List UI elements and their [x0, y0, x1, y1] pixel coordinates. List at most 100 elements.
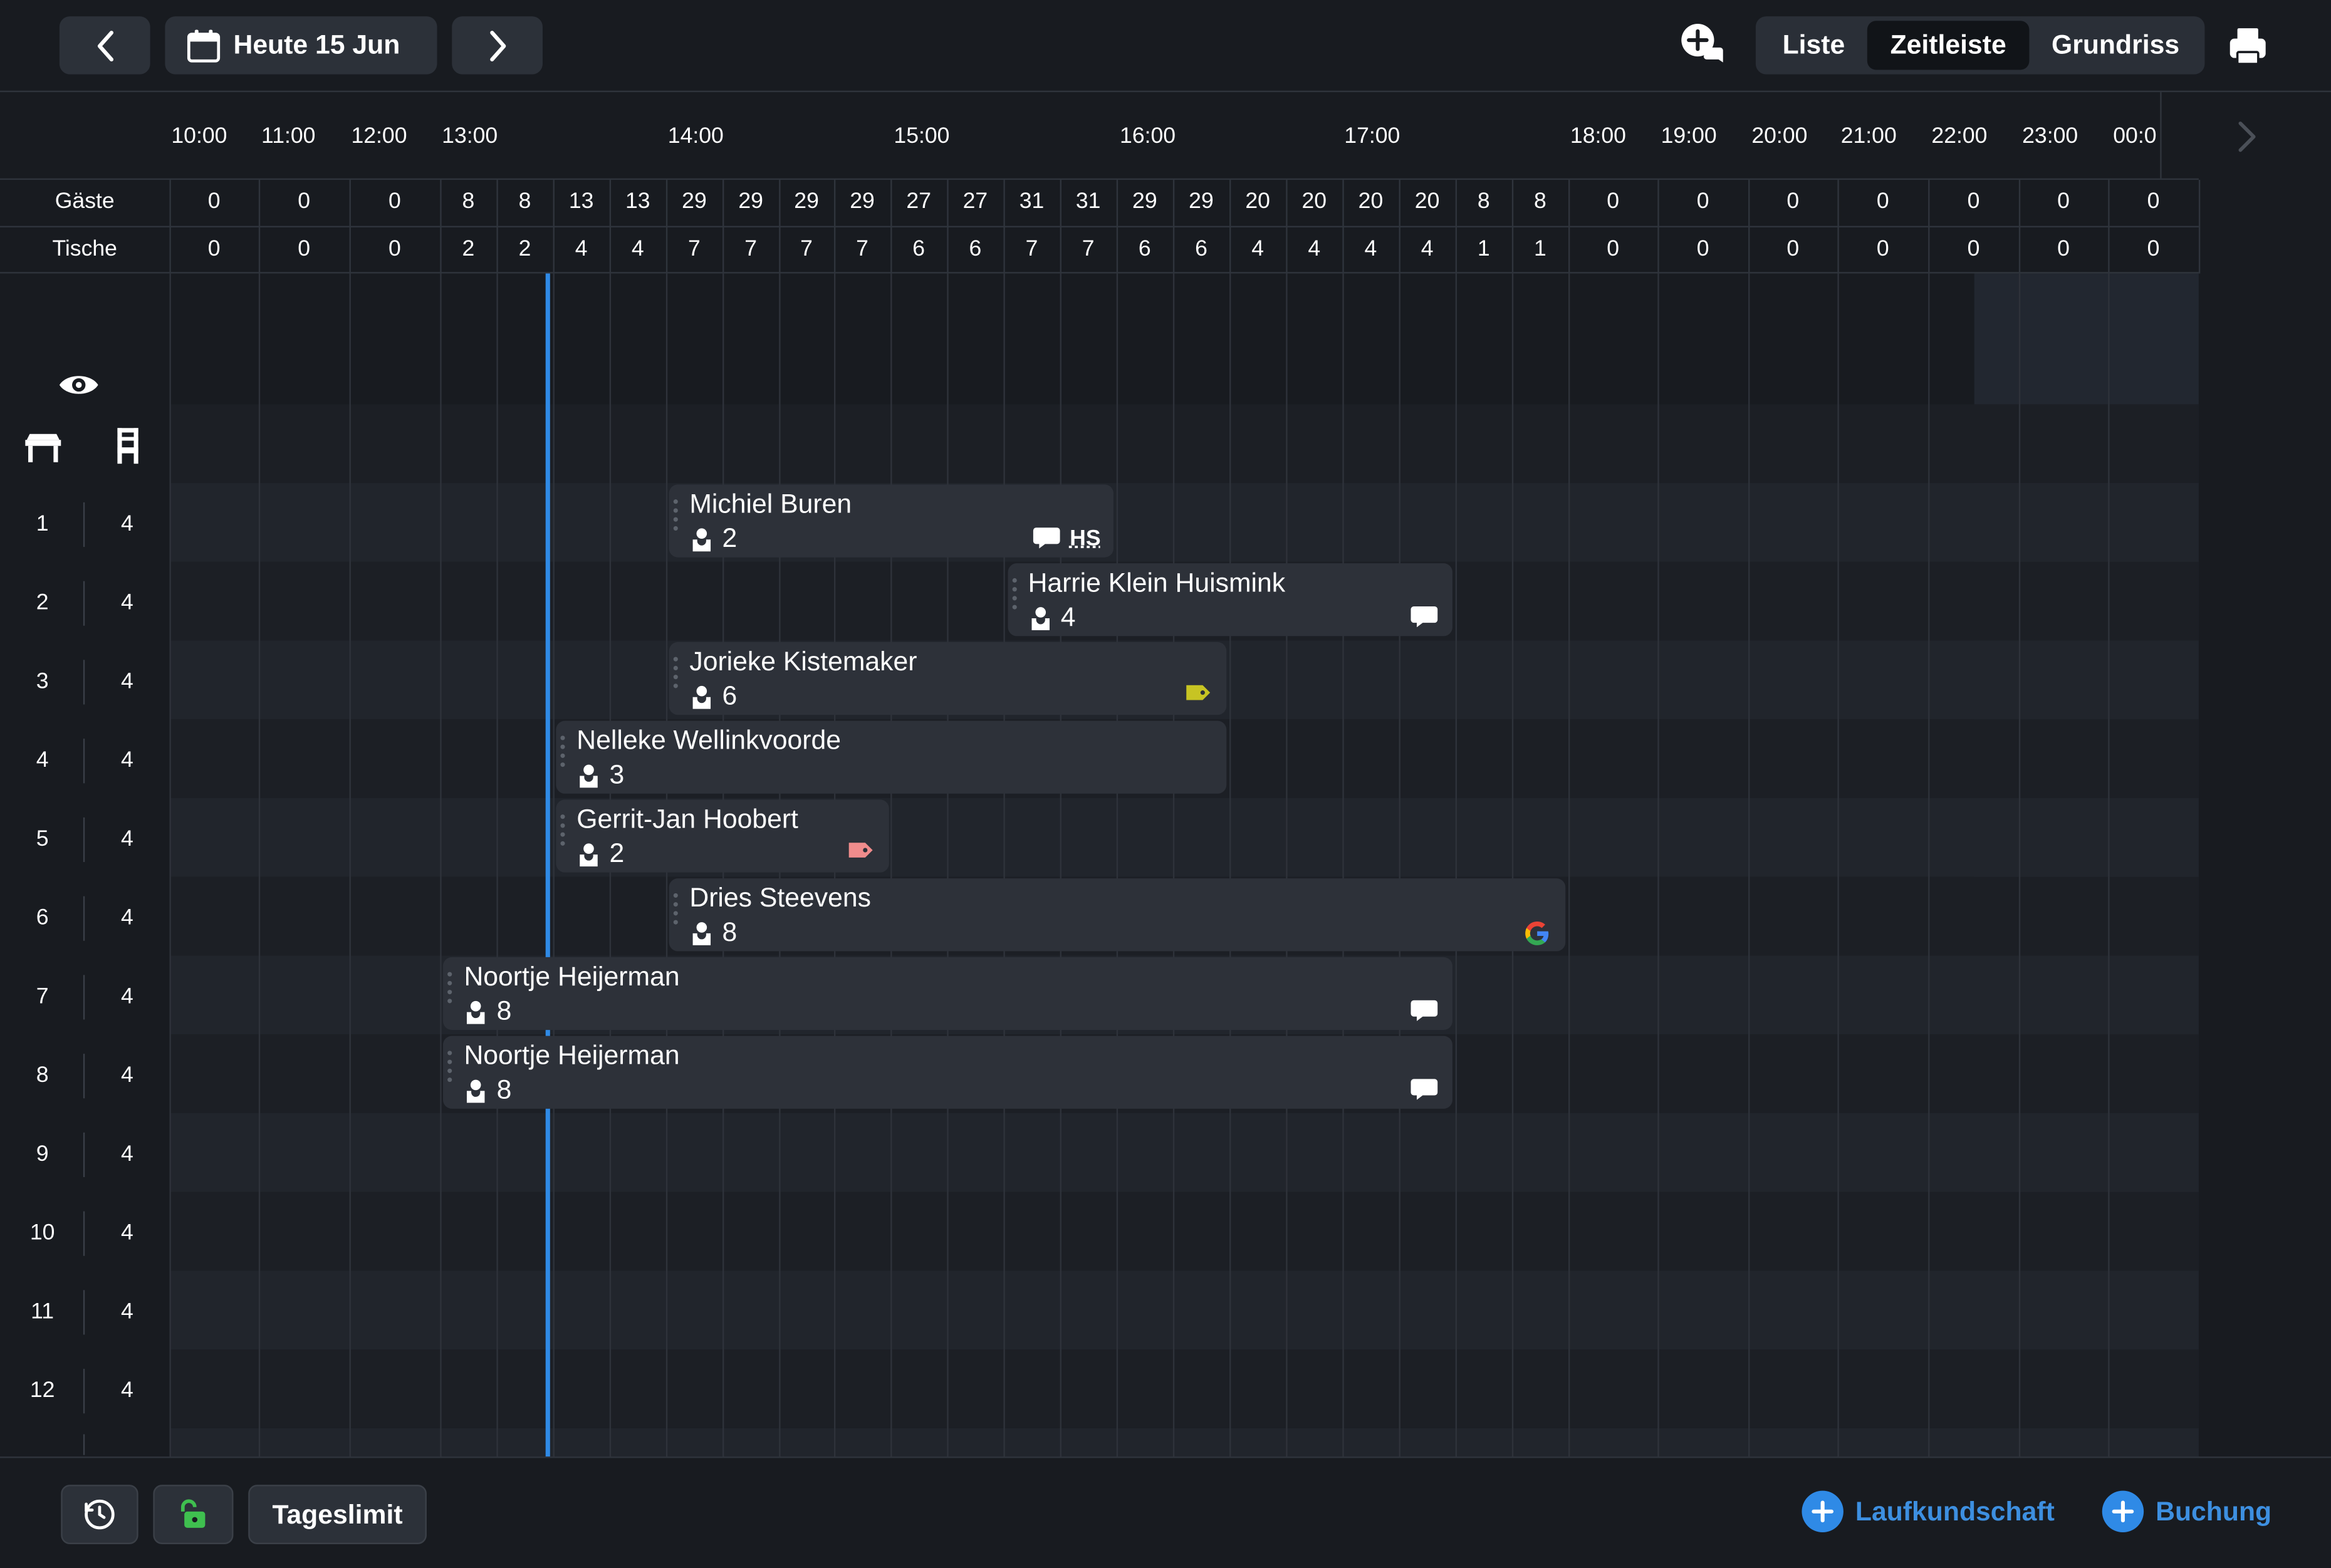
date-picker-button[interactable]: Heute 15 Jun	[165, 16, 437, 75]
person-icon	[1031, 607, 1049, 630]
booking-icons	[1409, 1076, 1439, 1103]
guest-count-cell: 29	[794, 189, 819, 214]
clock-history-icon	[85, 1499, 115, 1530]
table-number[interactable]: 7	[0, 984, 85, 1009]
table-number[interactable]: 5	[0, 826, 85, 851]
grid-column-line	[1928, 273, 1930, 1457]
grid-row-stripe	[169, 1113, 2199, 1192]
table-count-cell: 4	[575, 236, 588, 262]
grid-row-stripe	[169, 1270, 2199, 1350]
person-icon	[692, 922, 711, 945]
axis-scroll-divider	[2160, 92, 2162, 179]
drag-handle[interactable]	[560, 814, 566, 856]
table-number[interactable]: 10	[0, 1220, 85, 1245]
grid-column-line	[1003, 273, 1005, 1457]
booking-guest-count: 2	[609, 838, 625, 868]
add-walkin-label: Laufkundschaft	[1855, 1495, 2055, 1526]
grid-column-line	[1060, 273, 1061, 1457]
scroll-right-button[interactable]	[2230, 119, 2263, 155]
guest-count-cell: 31	[1075, 189, 1101, 214]
unlocked-icon	[180, 1499, 206, 1528]
booking-card[interactable]: Gerrit-Jan Hoobert 2	[556, 799, 889, 873]
drag-handle[interactable]	[560, 735, 566, 777]
grid-column-line	[258, 273, 261, 1457]
guest-count-cell: 20	[1245, 189, 1270, 214]
hour-label: 00:0	[2113, 123, 2157, 149]
table-seat-count: 4	[120, 826, 133, 852]
tab-zeitleiste[interactable]: Zeitleiste	[1867, 21, 2030, 70]
grid-column-line	[1116, 273, 1119, 1457]
comment-icon	[1411, 1000, 1438, 1021]
table-number[interactable]: 4	[0, 747, 85, 772]
booking-card[interactable]: Dries Steevens 8	[669, 878, 1566, 952]
booking-guest-name: Harrie Klein Huismink	[1028, 568, 1286, 598]
grid-column-line	[349, 273, 351, 1457]
booking-guest-name: Nelleke Wellinkvoorde	[576, 725, 841, 755]
drag-handle[interactable]	[673, 657, 679, 698]
table-seat-count: 4	[120, 747, 133, 773]
drag-handle[interactable]	[447, 972, 453, 1014]
table-count-cell: 6	[1138, 236, 1151, 262]
table-icon	[25, 434, 61, 462]
add-walkin-button[interactable]: Laufkundschaft	[1802, 1490, 2055, 1533]
chair-icon	[117, 428, 138, 464]
grid-column-line	[1748, 273, 1750, 1457]
booking-card[interactable]: Michiel Buren 2 HS	[669, 484, 1114, 558]
drag-handle[interactable]	[447, 1051, 453, 1092]
tab-grundriss[interactable]: Grundriss	[2032, 21, 2199, 70]
hour-label: 22:00	[1931, 123, 1988, 149]
add-guest-note-button[interactable]	[1679, 21, 1726, 68]
view-switcher: Liste Zeitleiste Grundriss	[1755, 16, 2205, 75]
tab-liste[interactable]: Liste	[1761, 21, 1865, 70]
table-seat-count: 4	[120, 511, 133, 537]
add-booking-button[interactable]: Buchung	[2102, 1490, 2271, 1533]
sort-by-seats-button[interactable]	[112, 425, 144, 467]
lock-toggle-button[interactable]	[153, 1485, 234, 1545]
next-day-button[interactable]	[452, 16, 543, 75]
grid-column-line	[553, 273, 555, 1457]
add-chat-icon	[1681, 23, 1723, 63]
table-number[interactable]: 8	[0, 1062, 85, 1088]
booking-guest-count: 4	[1060, 601, 1076, 632]
booking-icons	[1184, 682, 1213, 703]
visibility-toggle[interactable]	[56, 367, 101, 403]
table-number[interactable]: 1	[0, 511, 85, 536]
guest-count-cell: 20	[1414, 189, 1440, 214]
table-count-cell: 7	[688, 236, 701, 262]
app-stage: Heute 15 Jun Liste Zeitleiste Grundriss …	[0, 0, 2331, 1568]
booking-guest-name: Dries Steevens	[689, 883, 871, 913]
person-icon	[580, 843, 598, 867]
print-button[interactable]	[2226, 24, 2270, 68]
table-number[interactable]: 11	[0, 1299, 85, 1324]
grid-column-line	[1342, 273, 1344, 1457]
table-count-cell: 0	[2057, 236, 2070, 262]
hour-label: 20:00	[1751, 123, 1808, 149]
table-number[interactable]: 6	[0, 905, 85, 930]
table-number[interactable]: 2	[0, 590, 85, 615]
table-number[interactable]: 3	[0, 669, 85, 694]
drag-handle[interactable]	[1011, 578, 1017, 620]
booking-card[interactable]: Noortje Heijerman 8	[443, 957, 1453, 1031]
staff-initials: HS	[1070, 525, 1101, 551]
table-number[interactable]: 12	[0, 1378, 85, 1403]
grid-column-line	[947, 273, 949, 1457]
table-count-cell: 2	[462, 236, 475, 262]
drag-handle[interactable]	[673, 499, 679, 541]
comment-icon	[1411, 1079, 1438, 1100]
booking-card[interactable]: Harrie Klein Huismink 4	[1007, 563, 1453, 636]
table-seat-count: 4	[120, 984, 133, 1009]
daily-limit-button[interactable]: Tageslimit	[248, 1485, 427, 1545]
grid-column-line	[1837, 273, 1839, 1457]
booking-card[interactable]: Nelleke Wellinkvoorde 3	[556, 720, 1227, 794]
drag-handle[interactable]	[673, 893, 679, 935]
history-button[interactable]	[61, 1485, 138, 1545]
table-count-cell: 0	[1967, 236, 1980, 262]
table-number[interactable]: 9	[0, 1141, 85, 1166]
toolbar-divider	[0, 90, 2331, 93]
prev-day-button[interactable]	[59, 16, 150, 75]
booking-card[interactable]: Noortje Heijerman 8	[443, 1036, 1453, 1109]
hour-label: 23:00	[2022, 123, 2078, 149]
sort-by-table-button[interactable]	[23, 430, 64, 465]
grid-column-line	[440, 273, 442, 1457]
booking-card[interactable]: Jorieke Kistemaker 6	[669, 641, 1228, 715]
